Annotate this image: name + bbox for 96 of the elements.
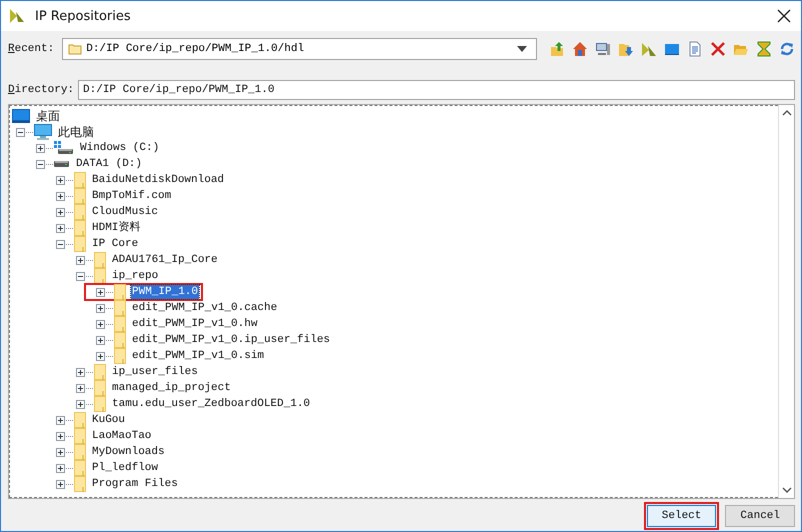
folder-icon [114,284,126,300]
tree-item[interactable]: BaiduNetdiskDownload [91,173,226,187]
collapse-icon[interactable] [36,160,45,168]
collapse-icon[interactable] [56,240,65,248]
tree-item[interactable]: edit_PWM_IP_v1_0.sim [131,349,266,363]
expand-icon[interactable] [36,144,45,152]
recent-dropdown[interactable]: D:/IP Core/ip_repo/PWM_IP_1.0/hdl [62,38,537,60]
drive-icon [54,160,70,168]
directory-label: Directory: [8,84,74,96]
tree-item[interactable]: IP Core [91,237,140,251]
expand-icon[interactable] [56,432,65,440]
window-title: IP Repositories [35,8,131,24]
scroll-down-icon[interactable] [782,486,792,494]
expand-icon[interactable] [56,416,65,424]
folder-icon [74,428,86,444]
expand-icon[interactable] [56,480,65,488]
tree-item[interactable]: Windows (C:) [79,141,160,155]
tree-item[interactable]: 此电脑 [57,125,95,139]
expand-icon[interactable] [56,224,65,232]
expand-icon[interactable] [56,448,65,456]
tree-item[interactable]: CloudMusic [91,205,160,219]
expand-icon[interactable] [56,464,65,472]
folder-icon [94,268,106,284]
tree-item[interactable]: LaoMaoTao [91,429,152,443]
expand-icon[interactable] [96,288,105,296]
folder-icon [74,460,86,476]
tree-item[interactable]: 桌面 [35,109,61,123]
tree-item[interactable]: ip_repo [111,269,160,283]
logo-icon [9,8,27,24]
folder-icon [94,364,106,380]
folder-icon [74,220,86,236]
tree-item[interactable]: PWM_IP_1.0 [131,285,200,299]
folder-icon [74,172,86,188]
tree-item[interactable]: edit_PWM_IP_v1_0.cache [131,301,278,315]
scroll-up-icon[interactable] [782,109,792,117]
folder-icon [74,476,86,492]
folder-icon [94,380,106,396]
tree-item[interactable]: Pl_ledflow [91,461,160,475]
folder-icon [114,332,126,348]
tree-item[interactable]: BmpToMif.com [91,189,172,203]
folder-icon [74,204,86,220]
tree-item[interactable]: Program Files [91,477,179,491]
tree-item[interactable]: MyDownloads [91,445,166,459]
folder-icon [74,412,86,428]
folder-icon [94,252,106,268]
computer-icon [34,124,52,140]
dialog-button[interactable]: Select [646,505,716,527]
dialog-button[interactable]: Cancel [725,505,795,527]
desktop-icon[interactable] [664,41,680,57]
up-folder-icon[interactable] [549,41,565,57]
scrollbar[interactable] [778,105,794,498]
tree-item[interactable]: managed_ip_project [111,381,232,395]
tree-item[interactable]: edit_PWM_IP_v1_0.ip_user_files [131,333,332,347]
tree-item[interactable]: ip_user_files [111,365,199,379]
directory-field[interactable]: D:/IP Core/ip_repo/PWM_IP_1.0 [78,80,795,100]
expand-icon[interactable] [56,208,65,216]
folder-icon [68,43,82,55]
tree-item[interactable]: tamu.edu_user_ZedboardOLED_1.0 [111,397,312,411]
folder-icon [74,188,86,204]
expand-icon[interactable] [96,352,105,360]
expand-icon[interactable] [76,384,85,392]
recent-path: D:/IP Core/ip_repo/PWM_IP_1.0/hdl [86,43,304,55]
folder-icon [114,316,126,332]
delete-icon[interactable] [710,41,726,57]
expand-icon[interactable] [96,336,105,344]
folder-icon [114,300,126,316]
hourglass-icon[interactable] [756,41,772,57]
folder-icon [114,348,126,364]
tree-item[interactable]: edit_PWM_IP_v1_0.hw [131,317,258,331]
computer-icon[interactable] [595,41,611,57]
tree-item[interactable]: DATA1 (D:) [75,157,144,171]
collapse-icon[interactable] [76,272,85,280]
tree-item[interactable]: KuGou [91,413,126,427]
expand-icon[interactable] [76,368,85,376]
close-icon[interactable] [777,9,791,23]
desktop-icon [12,109,30,123]
tree-item[interactable]: HDMI资料 [91,221,142,235]
expand-icon[interactable] [56,176,65,184]
expand-icon[interactable] [96,304,105,312]
folder-icon [94,396,106,412]
tree-item[interactable]: ADAU1761_Ip_Core [111,253,219,267]
folder-down-icon[interactable] [618,41,634,57]
home-icon[interactable] [572,41,588,57]
expand-icon[interactable] [76,400,85,408]
refresh-icon[interactable] [779,41,795,57]
folder-icon [74,236,86,252]
recent-label: Recent: [8,43,54,55]
caret-icon [516,45,528,53]
collapse-icon[interactable] [16,128,25,136]
expand-icon[interactable] [56,192,65,200]
logo-icon[interactable] [641,41,657,57]
drive-icon [54,141,74,155]
document-icon[interactable] [687,41,703,57]
expand-icon[interactable] [96,320,105,328]
folder-icon [74,444,86,460]
expand-icon[interactable] [76,256,85,264]
